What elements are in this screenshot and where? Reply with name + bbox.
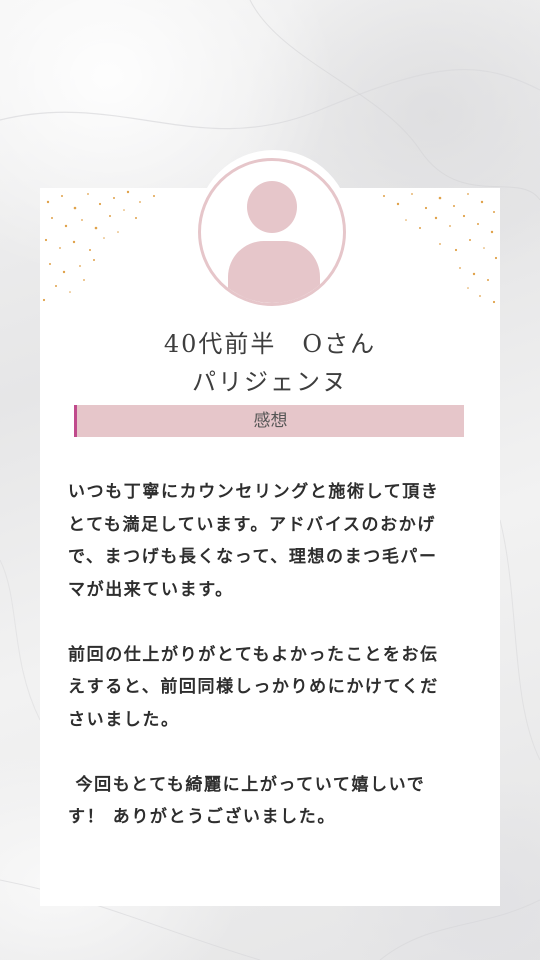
sparkles-right-decoration xyxy=(383,193,498,304)
section-heading-label: 感想 xyxy=(253,411,288,431)
avatar-head xyxy=(247,181,297,233)
review-text: いつも丁寧にカウンセリングと施術して頂き とても満足しています。アドバイスのおか… xyxy=(68,482,440,827)
avatar-body xyxy=(228,241,320,303)
customer-name: 40代前半 Oさん xyxy=(163,330,377,358)
sparkles-left-decoration xyxy=(42,190,155,302)
service-name: パリジェンヌ xyxy=(192,368,348,396)
section-heading-bar: 感想 xyxy=(74,405,464,437)
person-avatar-icon xyxy=(198,158,346,306)
